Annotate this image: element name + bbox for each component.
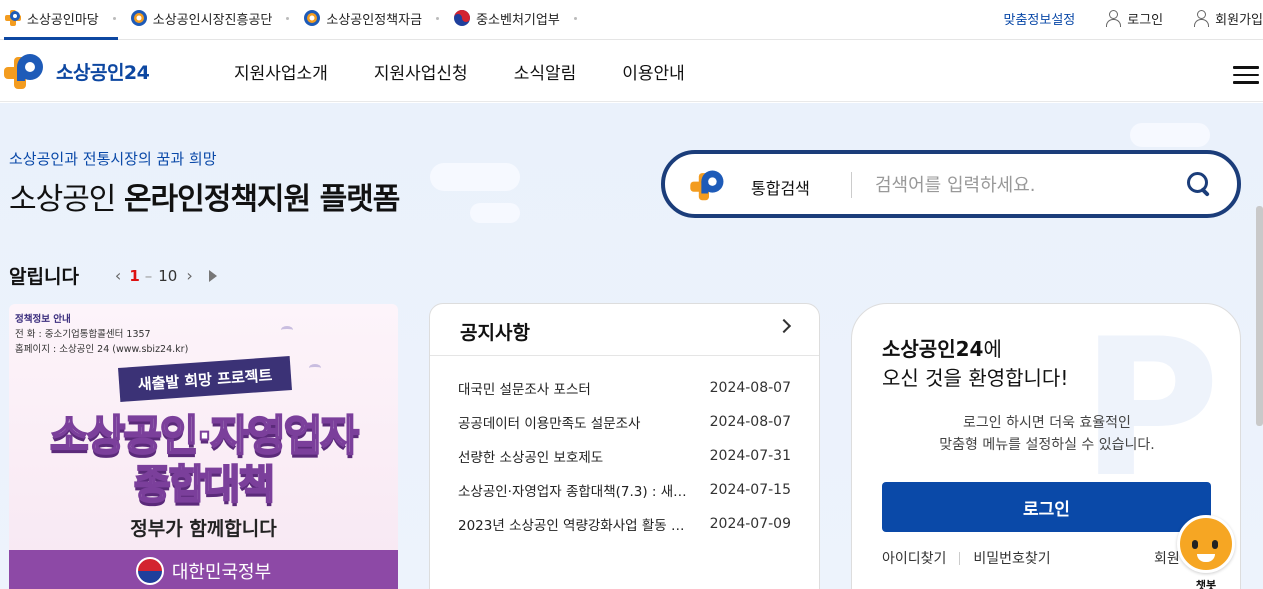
play-icon[interactable] — [208, 269, 217, 282]
utility-bar: 소상공인마당 소상공인시장진흥공단 소상공인정책자금 중소벤처기업부 맞춤정보설… — [0, 0, 1263, 40]
notice-list: 대국민 설문조사 포스터 2024-08-07 공공데이터 이용만족도 설문조사 2… — [430, 371, 819, 541]
account-links: 아이디찾기 비밀번호찾기 — [882, 548, 1051, 568]
chatbot-button[interactable]: 챗봇 — [1175, 515, 1237, 589]
nav-guide[interactable]: 이용안내 — [622, 59, 685, 84]
util-link-sosang-madang[interactable]: 소상공인마당 — [4, 9, 99, 28]
util-link-policy-fund[interactable]: 소상공인정책자금 — [303, 9, 422, 28]
notice-board-header: 공지사항 — [430, 304, 819, 356]
util-link-label: 소상공인마당 — [27, 12, 99, 28]
plus-logo-icon — [689, 168, 729, 206]
nav-support-apply[interactable]: 지원사업신청 — [374, 59, 468, 84]
cloud-decoration — [430, 163, 520, 191]
divider — [959, 551, 961, 565]
search-icon[interactable] — [1185, 170, 1213, 198]
scrollbar[interactable] — [1256, 206, 1263, 426]
main-nav: 지원사업소개 지원사업신청 소식알림 이용안내 — [234, 41, 731, 101]
find-id-link[interactable]: 아이디찾기 — [882, 548, 946, 568]
banner-info-title: 정책정보 안내 — [15, 314, 71, 325]
banner-pager: ‹ 1 – 10 › — [109, 266, 217, 285]
banner-headline-2: 종합대책 — [133, 461, 276, 509]
separator-dot — [573, 16, 577, 20]
integrated-search: 통합검색 — [661, 150, 1241, 218]
util-link-label: 소상공인시장진흥공단 — [152, 12, 273, 28]
welcome-line-2: 오신 것을 환영합니다! — [882, 366, 1069, 390]
menu-icon[interactable] — [1233, 66, 1259, 86]
separator-dot — [436, 16, 440, 20]
notice-item[interactable]: 2023년 소상공인 역량강화사업 활동 … 2024-07-09 — [430, 507, 819, 541]
cloud-decoration — [1130, 123, 1210, 147]
hero-section: 소상공인과 전통시장의 꿈과 희망 소상공인 온라인정책지원 플랫폼 통합검색 … — [0, 103, 1263, 589]
notice-item[interactable]: 대국민 설문조사 포스터 2024-08-07 — [430, 371, 819, 405]
user-icon — [1105, 10, 1122, 27]
divider — [851, 172, 852, 198]
notice-board-title: 공지사항 — [460, 322, 530, 344]
pager-current: 1 — [129, 266, 140, 285]
taegeuk-icon — [453, 9, 471, 27]
announcement-header: 알립니다 ‹ 1 – 10 › — [9, 262, 217, 289]
util-link-mss[interactable]: 중소벤처기업부 — [453, 9, 560, 28]
user-add-icon — [1193, 10, 1210, 27]
logo-text: 소상공인24 — [56, 61, 150, 84]
user-menu: 맞춤정보설정 로그인 회원가입 — [974, 0, 1263, 36]
notice-item[interactable]: 선량한 소상공인 보호제도 2024-07-31 — [430, 439, 819, 473]
cloud-decoration — [470, 203, 520, 223]
notice-board: 공지사항 대국민 설문조사 포스터 2024-08-07 공공데이터 이용만족도 … — [429, 303, 820, 589]
related-sites: 소상공인마당 소상공인시장진흥공단 소상공인정책자금 중소벤처기업부 — [4, 0, 591, 36]
search-input[interactable] — [875, 170, 1155, 200]
nav-support-intro[interactable]: 지원사업소개 — [234, 59, 328, 84]
util-link-semas[interactable]: 소상공인시장진흥공단 — [130, 9, 273, 28]
login-description: 로그인 하시면 더욱 효율적인 맞춤형 메뉴를 설정하실 수 있습니다. — [939, 415, 1155, 453]
bird-decoration — [309, 364, 321, 372]
pager-total: 10 — [158, 266, 178, 285]
nav-news[interactable]: 소식알림 — [514, 59, 577, 84]
main-header: 소상공인24 지원사업소개 지원사업신청 소식알림 이용안내 — [0, 41, 1263, 102]
plus-logo-icon — [4, 54, 43, 89]
policy-banner[interactable]: 정책정보 안내 전 화 : 중소기업통합콜센터 1357 홈페이지 : 소상공인… — [9, 304, 398, 589]
login-link-label: 로그인 — [1127, 12, 1164, 28]
announcement-title: 알립니다 — [9, 266, 79, 288]
welcome-line-1: 소상공인24에 — [882, 337, 1002, 361]
search-category-label[interactable]: 통합검색 — [751, 175, 810, 199]
banner-ribbon: 새출발 희망 프로젝트 — [118, 356, 292, 402]
banner-subtext: 정부가 함께합니다 — [130, 518, 277, 540]
chevron-right-icon[interactable]: › — [186, 266, 192, 285]
chatbot-label: 챗봇 — [1195, 579, 1217, 589]
site-logo[interactable]: 소상공인24 — [4, 51, 150, 91]
hero-title: 소상공인 온라인정책지원 플랫폼 — [9, 182, 400, 217]
banner-footer-label: 대한민국정부 — [171, 562, 272, 583]
notice-item[interactable]: 소상공인·자영업자 종합대책(7.3) : 새… 2024-07-15 — [430, 473, 819, 507]
join-link-label: 회원가입 — [1215, 12, 1263, 28]
banner-info-web: 홈페이지 : 소상공인 24 (www.sbiz24.kr) — [15, 344, 189, 355]
chatbot-mascot-icon — [1177, 515, 1235, 573]
hero-subtitle: 소상공인과 전통시장의 꿈과 희망 — [9, 150, 217, 168]
custom-info-link[interactable]: 맞춤정보설정 — [1004, 9, 1076, 28]
util-link-label: 중소벤처기업부 — [476, 12, 560, 28]
util-link-label: 소상공인정책자금 — [326, 12, 423, 28]
banner-info-phone: 전 화 : 중소기업통합콜센터 1357 — [15, 329, 151, 340]
active-site-indicator — [4, 37, 118, 40]
login-link[interactable]: 로그인 — [1105, 9, 1163, 28]
join-link[interactable]: 회원가입 — [1193, 9, 1263, 28]
bird-decoration — [281, 326, 293, 334]
separator-dot — [112, 16, 116, 20]
taegeuk-icon — [135, 557, 164, 585]
semas-logo-icon — [303, 9, 321, 27]
login-button[interactable]: 로그인 — [882, 482, 1211, 532]
chevron-left-icon[interactable]: ‹ — [115, 266, 121, 285]
pager-separator: – — [144, 266, 153, 285]
notice-item[interactable]: 공공데이터 이용만족도 설문조사 2024-08-07 — [430, 405, 819, 439]
find-password-link[interactable]: 비밀번호찾기 — [973, 548, 1050, 568]
p-watermark-icon: P — [1080, 303, 1220, 519]
semas-logo-icon — [130, 9, 148, 27]
banner-footer: 대한민국정부 — [9, 550, 398, 589]
banner-info: 정책정보 안내 전 화 : 중소기업통합콜센터 1357 홈페이지 : 소상공인… — [15, 312, 188, 357]
separator-dot — [286, 16, 290, 20]
chevron-right-icon[interactable] — [776, 318, 792, 334]
plus-logo-icon — [4, 9, 22, 27]
